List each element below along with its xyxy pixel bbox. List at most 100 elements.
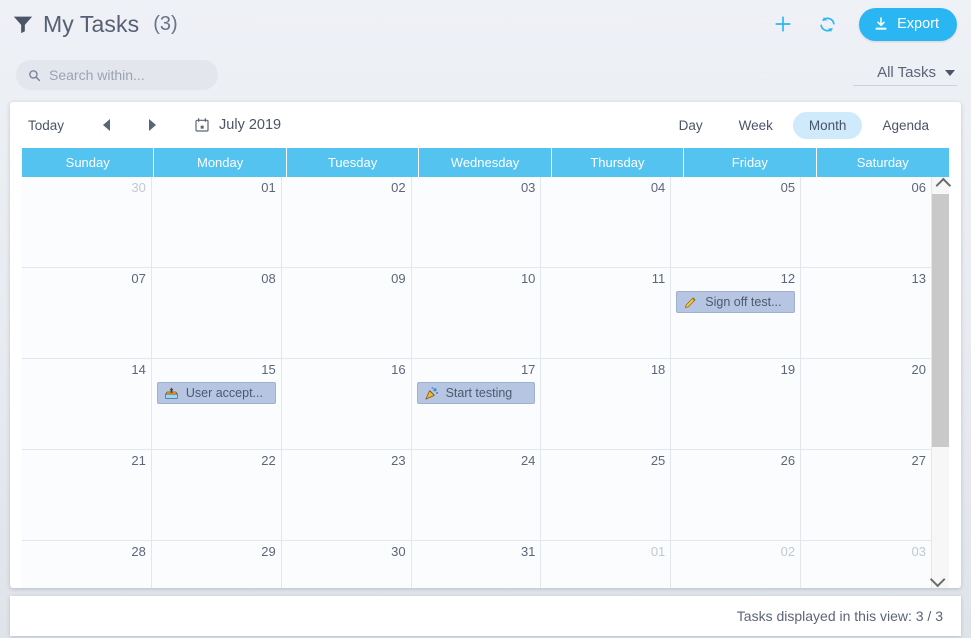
- weekday-thursday: Thursday: [552, 148, 685, 177]
- calendar-day-cell[interactable]: 02: [281, 177, 412, 267]
- weekday-tuesday: Tuesday: [287, 148, 420, 177]
- event-title: Start testing: [445, 386, 513, 400]
- calendar-day-cell[interactable]: 20: [801, 359, 931, 449]
- search-input[interactable]: [49, 67, 206, 83]
- calendar-day-cell[interactable]: 01: [541, 541, 672, 588]
- refresh-button[interactable]: [815, 12, 839, 36]
- calendar-day-cell[interactable]: 16: [281, 359, 412, 449]
- page-header: My Tasks (3) Export: [0, 0, 971, 48]
- day-number: 17: [520, 362, 536, 377]
- calendar-day-cell[interactable]: 03: [411, 177, 542, 267]
- calendar-day-cell[interactable]: 27: [801, 450, 931, 540]
- day-number: 13: [911, 271, 926, 286]
- day-number: 05: [780, 180, 796, 195]
- calendar-day-cell[interactable]: 26: [671, 450, 802, 540]
- calendar-day-cell[interactable]: 15 User accept...: [151, 359, 282, 449]
- calendar-day-cell[interactable]: 17 Start testing: [411, 359, 542, 449]
- day-number: 03: [911, 544, 926, 559]
- inbox-icon: [165, 387, 178, 399]
- calendar-week-row: 21 22 23 24 25 26 27: [22, 450, 931, 541]
- event-chip[interactable]: Start testing: [416, 382, 536, 404]
- export-button[interactable]: Export: [859, 7, 957, 41]
- chevron-down-icon: [945, 69, 955, 76]
- add-task-button[interactable]: [771, 12, 795, 36]
- day-number: 30: [131, 180, 146, 195]
- view-button-day[interactable]: Day: [663, 112, 719, 139]
- event-chip[interactable]: User accept...: [156, 382, 276, 404]
- calendar-scrollbar[interactable]: [929, 177, 952, 588]
- search-box[interactable]: [16, 60, 218, 90]
- scrollbar-track[interactable]: [932, 194, 949, 571]
- day-number: 01: [261, 180, 276, 195]
- day-number: 15: [261, 362, 276, 377]
- current-period-label: July 2019: [219, 117, 282, 133]
- calendar-day-cell[interactable]: 21: [22, 450, 152, 540]
- calendar-day-cell[interactable]: 30: [22, 177, 152, 267]
- day-number: 23: [391, 453, 406, 468]
- day-number: 18: [650, 362, 666, 377]
- day-number: 06: [911, 180, 926, 195]
- triangle-left-icon: [102, 119, 110, 131]
- day-events: Sign off test...: [676, 291, 796, 313]
- search-icon: [29, 69, 41, 81]
- day-number: 04: [650, 180, 666, 195]
- view-button-week[interactable]: Week: [723, 112, 789, 139]
- calendar-day-cell[interactable]: 18: [541, 359, 672, 449]
- calendar-day-cell[interactable]: 24: [411, 450, 542, 540]
- calendar-day-cell[interactable]: 07: [22, 268, 152, 358]
- calendar-day-cell[interactable]: 10: [411, 268, 542, 358]
- calendar-day-cell[interactable]: 03: [801, 541, 931, 588]
- scrollbar-thumb[interactable]: [932, 194, 949, 447]
- calendar-weeks: 30 01 02 03 04 05 06 07 08 09 10 11 12 Sign off test.…: [22, 177, 931, 588]
- calendar-day-cell[interactable]: 25: [541, 450, 672, 540]
- day-number: 14: [131, 362, 146, 377]
- calendar-day-cell[interactable]: 02: [671, 541, 802, 588]
- calendar-day-cell[interactable]: 05: [671, 177, 802, 267]
- day-number: 29: [261, 544, 276, 559]
- calendar-day-cell[interactable]: 13: [801, 268, 931, 358]
- triangle-right-icon: [148, 119, 156, 131]
- calendar-day-cell[interactable]: 08: [151, 268, 282, 358]
- day-events: User accept...: [156, 382, 276, 404]
- day-number: 02: [391, 180, 406, 195]
- calendar-day-cell[interactable]: 09: [281, 268, 412, 358]
- day-number: 02: [780, 544, 796, 559]
- chevron-down-icon: [929, 571, 946, 588]
- party-popper-icon: [425, 386, 438, 399]
- task-filter-dropdown[interactable]: All Tasks: [853, 64, 957, 86]
- calendar-grid-wrap: 30 01 02 03 04 05 06 07 08 09 10 11 12 Sign off test.…: [22, 177, 952, 588]
- refresh-icon: [819, 16, 835, 32]
- calendar-day-cell[interactable]: 01: [151, 177, 282, 267]
- plus-icon: [775, 16, 791, 32]
- calendar-week-row: 30 01 02 03 04 05 06: [22, 177, 931, 268]
- day-number: 10: [520, 271, 536, 286]
- calendar-day-cell[interactable]: 12 Sign off test...: [671, 268, 802, 358]
- current-period: July 2019: [194, 117, 281, 133]
- calendar-day-cell[interactable]: 19: [671, 359, 802, 449]
- next-month-button[interactable]: [140, 115, 164, 135]
- weekday-sunday: Sunday: [22, 148, 155, 177]
- calendar-day-cell[interactable]: 23: [281, 450, 412, 540]
- scroll-down-button[interactable]: [929, 571, 949, 588]
- calendar-day-cell[interactable]: 04: [541, 177, 672, 267]
- calendar-day-cell[interactable]: 14: [22, 359, 152, 449]
- download-icon: [875, 17, 887, 30]
- calendar-day-cell[interactable]: 28: [22, 541, 152, 588]
- calendar-week-row: 14 15 User accept... 16 17 Start testing 18 19 2…: [22, 359, 931, 450]
- calendar-day-cell[interactable]: 29: [151, 541, 282, 588]
- filter-row: All Tasks: [0, 48, 971, 102]
- event-title: Sign off test...: [705, 295, 782, 309]
- calendar-day-cell[interactable]: 22: [151, 450, 282, 540]
- view-button-month[interactable]: Month: [792, 111, 863, 139]
- view-button-agenda[interactable]: Agenda: [866, 112, 945, 139]
- calendar-day-cell[interactable]: 11: [541, 268, 672, 358]
- scroll-up-button[interactable]: [932, 177, 952, 194]
- calendar-card: Today July 2019 Day Week Month Agenda Su…: [10, 102, 961, 588]
- previous-month-button[interactable]: [94, 115, 118, 135]
- today-button[interactable]: Today: [28, 118, 64, 133]
- calendar-day-cell[interactable]: 06: [801, 177, 931, 267]
- event-chip[interactable]: Sign off test...: [676, 291, 796, 313]
- day-events: Start testing: [416, 382, 536, 404]
- calendar-day-cell[interactable]: 30: [281, 541, 412, 588]
- calendar-day-cell[interactable]: 31: [411, 541, 542, 588]
